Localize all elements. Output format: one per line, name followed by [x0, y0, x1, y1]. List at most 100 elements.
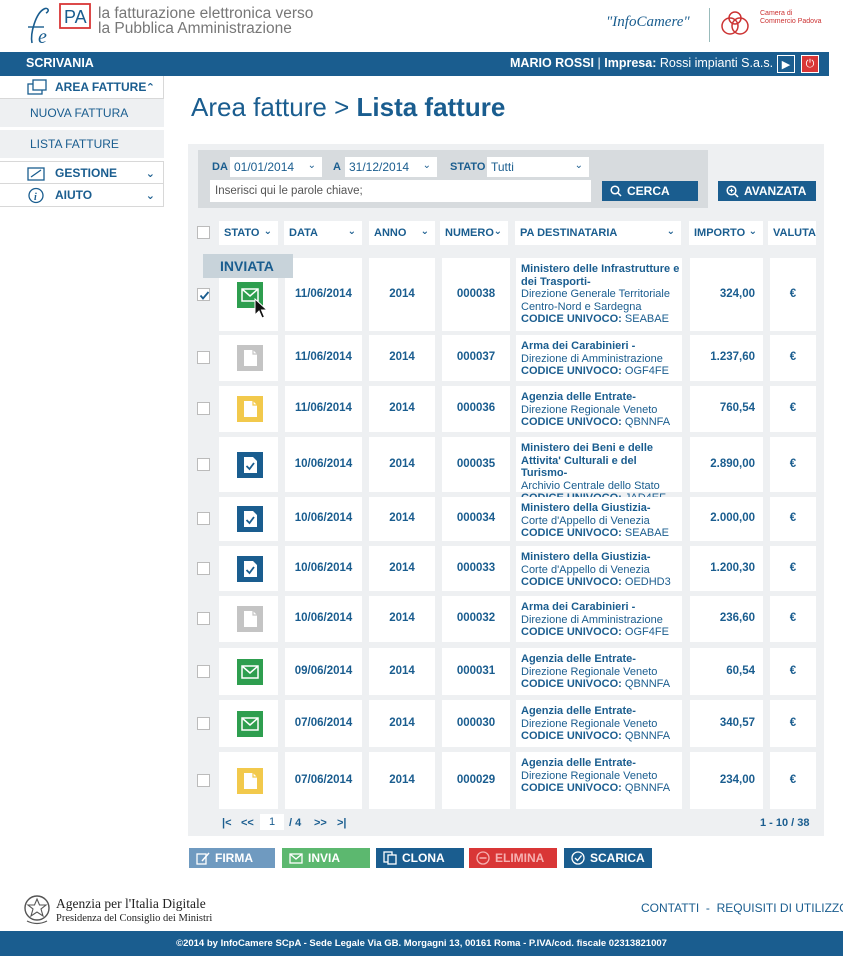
row-number: 000038: [456, 287, 496, 300]
send-button[interactable]: INVIA: [282, 848, 370, 868]
pa-office: Corte d'Appello di Venezia: [521, 563, 650, 576]
row-number: 000030: [456, 716, 496, 729]
from-date-select[interactable]: 01/01/2014 ⌄: [230, 157, 322, 177]
pa-office: Direzione di Amministrazione: [521, 613, 663, 626]
sidebar-item-area-fatture[interactable]: AREA FATTURE ⌃: [0, 76, 164, 99]
status-accepted-icon[interactable]: [237, 506, 263, 532]
header-anno[interactable]: ANNO ⌄: [369, 221, 435, 245]
pa-name: Ministero della Giustizia-: [521, 551, 651, 563]
row-pa-destinataria: Arma dei Carabinieri - Direzione di Ammin…: [521, 601, 681, 639]
row-number: 000037: [456, 351, 496, 363]
status-pending-icon[interactable]: [237, 396, 263, 422]
header-data[interactable]: DATA ⌄: [284, 221, 362, 245]
first-page-link[interactable]: |<: [222, 817, 232, 829]
next-page-link[interactable]: >>: [314, 817, 327, 829]
row-date: 11/06/2014: [295, 402, 352, 414]
row-checkbox[interactable]: [197, 287, 210, 301]
row-currency: €: [789, 512, 797, 524]
row-checkbox[interactable]: [197, 512, 210, 525]
pa-name: Arma dei Carabinieri -: [521, 340, 636, 352]
pa-code-label: CODICE UNIVOCO:: [521, 365, 622, 377]
status-select[interactable]: Tutti ⌄: [487, 157, 589, 177]
sidebar-item-nuova-fattura[interactable]: NUOVA FATTURA: [0, 99, 164, 130]
to-date-select[interactable]: 31/12/2014 ⌄: [345, 157, 437, 177]
pa-office: Direzione Regionale Veneto: [521, 665, 658, 678]
row-amount: 2.000,00: [710, 512, 755, 524]
sign-icon: [196, 852, 210, 865]
row-pa-destinataria: Agenzia delle Entrate- Direzione Regional…: [521, 705, 681, 743]
search-button[interactable]: CERCA: [602, 181, 698, 201]
row-checkbox[interactable]: [197, 664, 210, 678]
row-checkbox[interactable]: [197, 716, 210, 730]
italian-emblem-icon: [24, 895, 50, 925]
row-amount: 2.890,00: [710, 457, 755, 470]
row-checkbox[interactable]: [197, 402, 210, 415]
header-stato[interactable]: STATO ⌄: [219, 221, 278, 245]
row-date: 07/06/2014: [294, 716, 353, 729]
header-valuta[interactable]: VALUTA: [768, 221, 816, 245]
row-currency: €: [789, 457, 797, 470]
requirements-link[interactable]: REQUISITI DI UTILIZZO: [717, 901, 843, 915]
desk-label[interactable]: SCRIVANIA: [26, 56, 94, 70]
row-currency: €: [789, 612, 797, 624]
contacts-link[interactable]: CONTATTI: [641, 901, 699, 915]
page-input[interactable]: 1: [260, 814, 284, 830]
results-range: 1 - 10 / 38: [760, 817, 810, 829]
clone-button[interactable]: CLONA: [376, 848, 464, 868]
row-year: 2014: [389, 457, 415, 470]
row-number: 000029: [456, 773, 496, 786]
advanced-search-button[interactable]: AVANZATA: [718, 181, 816, 201]
prev-page-link[interactable]: <<: [241, 817, 254, 829]
row-currency: €: [789, 402, 797, 414]
row-pa-destinataria: Arma dei Carabinieri - Direzione di Ammin…: [521, 340, 681, 378]
pa-code-value: QBNNFA: [624, 782, 671, 794]
pa-code-label: CODICE UNIVOCO:: [521, 416, 622, 428]
row-checkbox[interactable]: [197, 612, 210, 625]
last-page-link[interactable]: >|: [337, 817, 347, 829]
status-sent-icon[interactable]: [237, 710, 263, 737]
status-sent-icon[interactable]: [237, 658, 263, 685]
row-year: 2014: [389, 287, 415, 300]
header-importo[interactable]: IMPORTO ⌄: [689, 221, 763, 245]
download-button[interactable]: SCARICA: [564, 848, 652, 868]
status-draft-icon[interactable]: [237, 606, 263, 632]
pa-name: Agenzia delle Entrate-: [521, 705, 636, 717]
sign-button[interactable]: FIRMA: [189, 848, 275, 868]
row-pa-destinataria: Ministero della Giustizia- Corte d'Appell…: [521, 551, 681, 589]
row-pa-destinataria: Ministero della Giustizia- Corte d'Appell…: [521, 502, 681, 540]
pa-office: Archivio Centrale dello Stato: [521, 479, 660, 492]
pa-code-value: QBNNFA: [624, 678, 671, 690]
row-year: 2014: [389, 716, 415, 729]
logout-icon[interactable]: ⏻: [801, 55, 819, 73]
row-checkbox[interactable]: [197, 351, 210, 364]
chevron-down-icon: ⌄: [493, 226, 502, 237]
row-checkbox[interactable]: [197, 457, 210, 471]
sidebar-item-lista-fatture[interactable]: LISTA FATTURE: [0, 130, 164, 161]
infocamere-logo: "InfoCamere": [606, 14, 690, 30]
management-icon: [27, 167, 45, 181]
envelope-icon: [289, 853, 303, 864]
header-pa[interactable]: PA DESTINATARIA ⌄: [515, 221, 681, 245]
sidebar-item-gestione[interactable]: GESTIONE ⌄: [0, 161, 164, 184]
status-accepted-icon[interactable]: [237, 451, 263, 478]
pa-name: Agenzia delle Entrate-: [521, 757, 636, 769]
chevron-down-icon: ⌄: [748, 226, 757, 237]
delete-button[interactable]: ELIMINA: [469, 848, 557, 868]
select-all-checkbox[interactable]: [197, 226, 210, 239]
header-numero[interactable]: NUMERO ⌄: [440, 221, 508, 245]
keywords-input[interactable]: Inserisci qui le parole chiave;: [210, 180, 591, 202]
switch-company-icon[interactable]: ▶: [777, 55, 795, 73]
row-amount: 340,57: [719, 716, 755, 729]
status-pending-icon[interactable]: [237, 767, 263, 794]
row-amount: 1.237,60: [710, 351, 755, 363]
row-amount: 1.200,30: [710, 561, 755, 574]
row-checkbox[interactable]: [197, 561, 210, 575]
pa-name: Ministero della Giustizia-: [521, 502, 651, 514]
status-accepted-icon[interactable]: [237, 555, 263, 582]
row-checkbox[interactable]: [197, 773, 210, 787]
minus-circle-icon: [476, 851, 490, 865]
sidebar-item-aiuto[interactable]: i AIUTO ⌄: [0, 184, 164, 207]
status-draft-icon[interactable]: [237, 345, 263, 371]
chevron-down-icon: ⌄: [574, 160, 583, 171]
pa-code: CODICE UNIVOCO: QBNNFA: [521, 678, 681, 691]
